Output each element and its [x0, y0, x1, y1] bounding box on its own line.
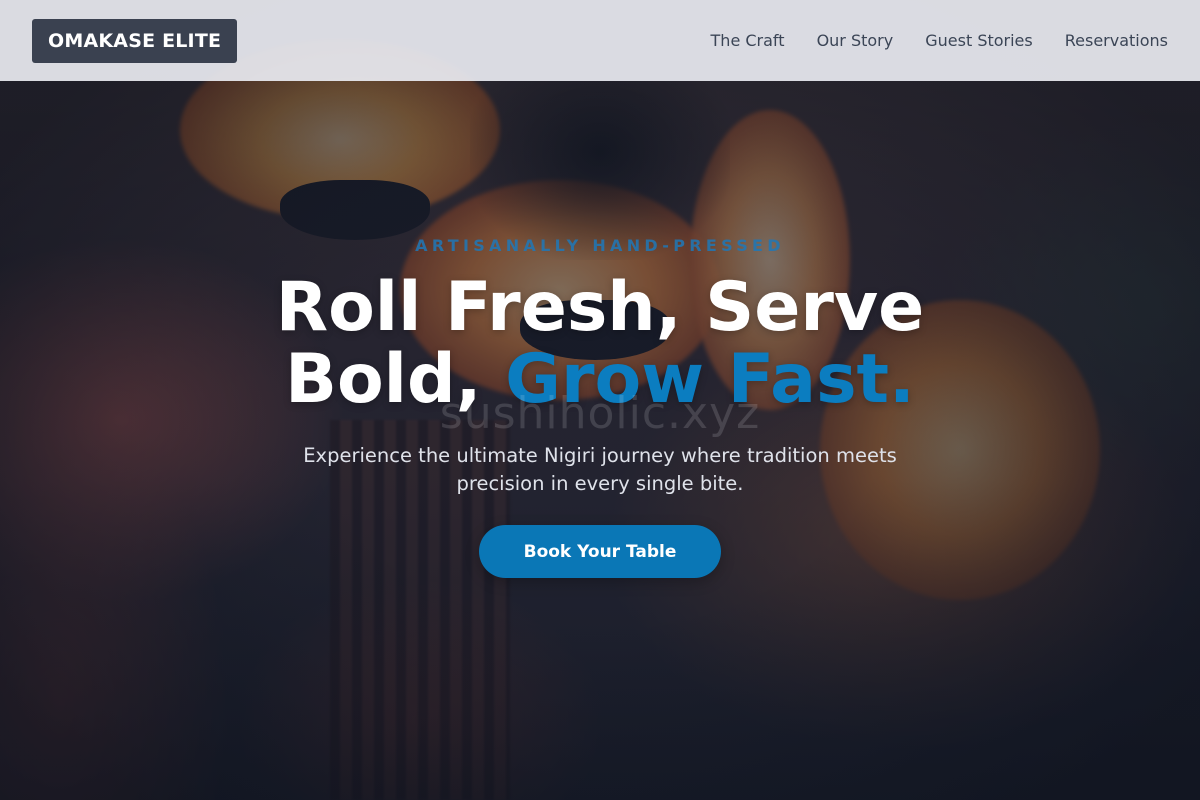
book-table-button[interactable]: Book Your Table — [479, 525, 721, 578]
hero-section: ARTISANALLY HAND-PRESSED Roll Fresh, Ser… — [0, 0, 1200, 800]
site-header: OMAKASE ELITE The Craft Our Story Guest … — [0, 0, 1200, 81]
main-nav: The Craft Our Story Guest Stories Reserv… — [679, 31, 1168, 50]
headline-line-1: Roll Fresh, Serve — [275, 268, 925, 347]
nav-link-reservations[interactable]: Reservations — [1065, 31, 1168, 50]
watermark-text: sushiholic.xyz — [439, 388, 761, 439]
nav-link-the-craft[interactable]: The Craft — [711, 31, 785, 50]
nav-link-our-story[interactable]: Our Story — [817, 31, 894, 50]
landing-page: OMAKASE ELITE The Craft Our Story Guest … — [0, 0, 1200, 800]
nav-link-guest-stories[interactable]: Guest Stories — [925, 31, 1033, 50]
hero-eyebrow: ARTISANALLY HAND-PRESSED — [415, 236, 785, 255]
brand-logo[interactable]: OMAKASE ELITE — [32, 18, 238, 63]
hero-subtitle: Experience the ultimate Nigiri journey w… — [303, 444, 897, 495]
